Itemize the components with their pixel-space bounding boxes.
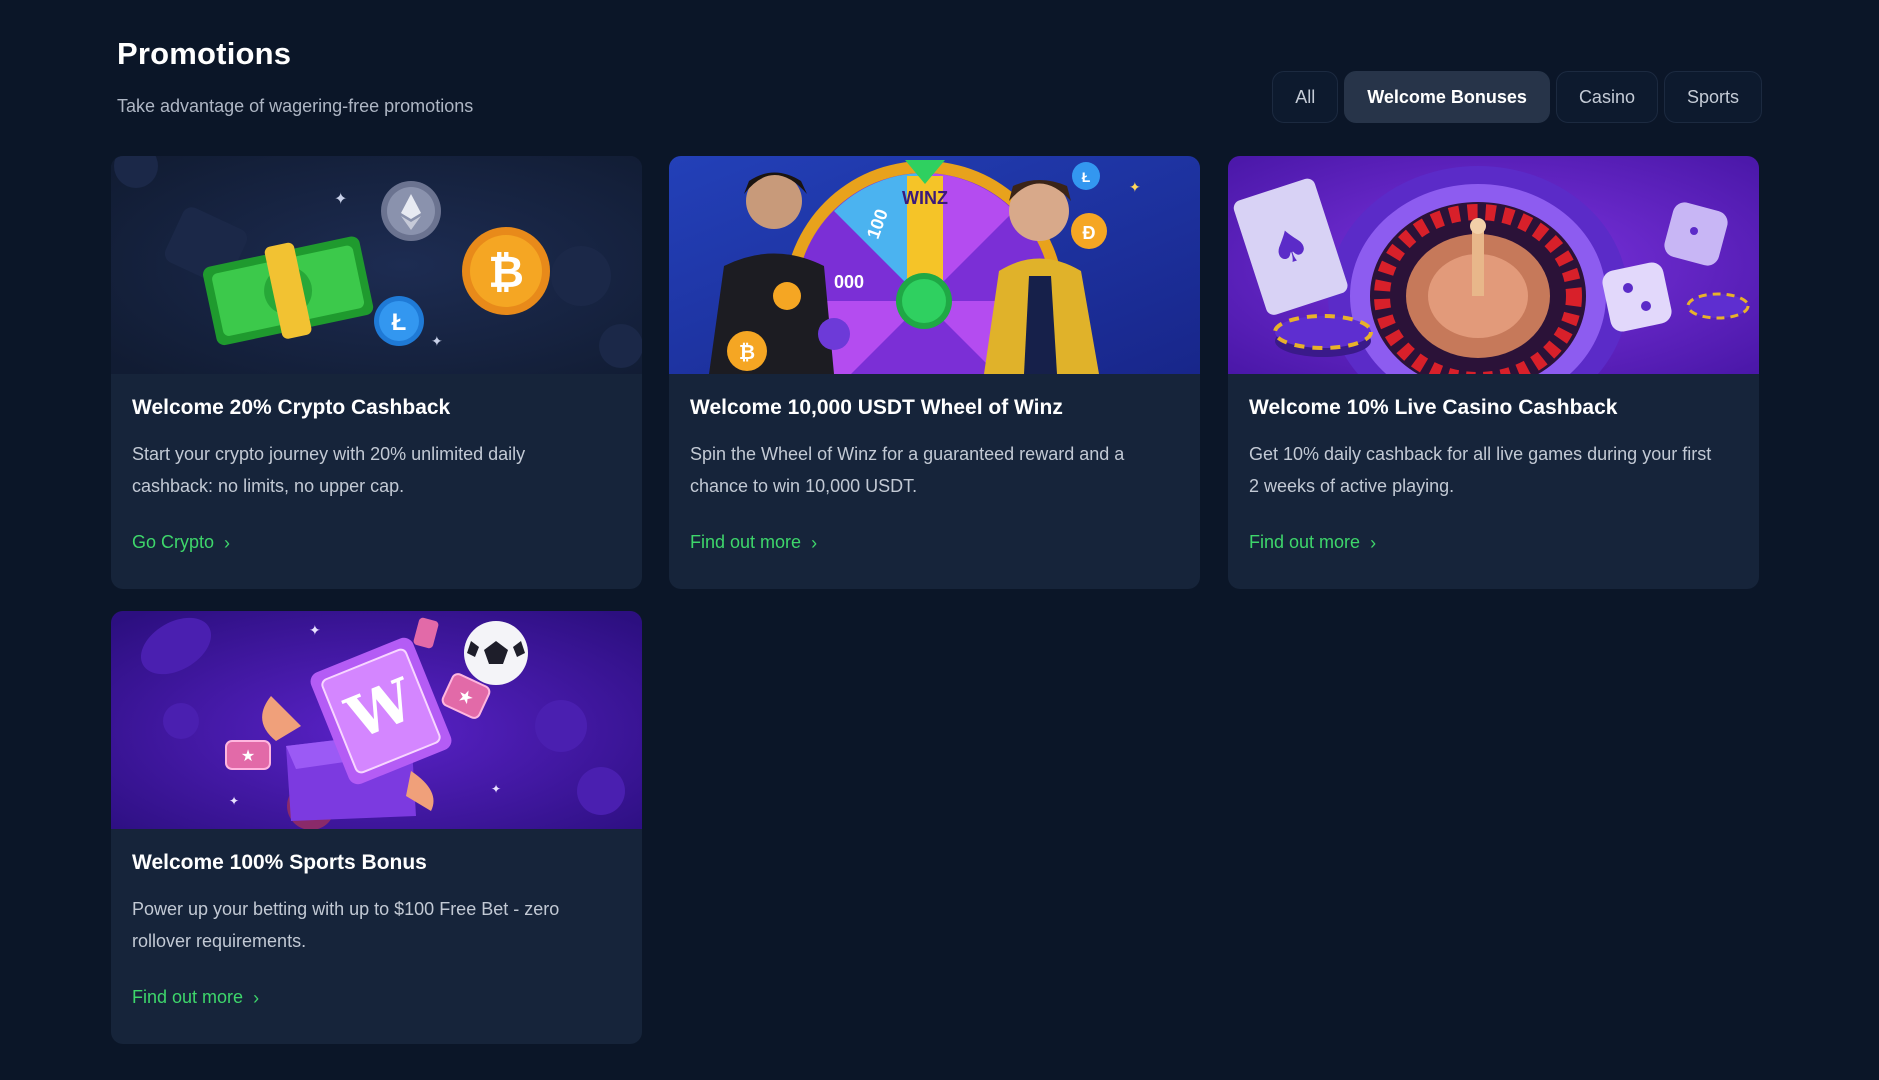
promo-description: Spin the Wheel of Winz for a guaranteed … [690,444,1125,496]
svg-text:₿: ₿ [488,248,524,297]
svg-text:✦: ✦ [309,622,321,638]
svg-text:Ð: Ð [1083,223,1096,243]
category-filter-tabs: All Welcome Bonuses Casino Sports [1272,71,1762,123]
svg-text:₿: ₿ [739,342,755,364]
tab-all[interactable]: All [1272,71,1339,123]
link-label: Go Crypto [132,532,215,552]
chevron-right-icon: › [1370,532,1377,553]
svg-text:✦: ✦ [1129,179,1141,195]
page-subtitle: Take advantage of wagering-free promotio… [117,96,474,116]
chevron-right-icon: › [253,987,260,1008]
promotions-page: Promotions Take advantage of wagering-fr… [0,0,1879,1080]
promo-title: Welcome 10,000 USDT Wheel of Winz [690,396,1063,419]
svg-text:✦: ✦ [431,333,443,349]
svg-text:★: ★ [241,748,255,765]
tab-welcome-bonuses[interactable]: Welcome Bonuses [1344,71,1550,123]
sports-bonus-banner: W ★ ★ ✦ ✦ ✦ [111,611,642,829]
chevron-right-icon: › [811,532,818,553]
find-out-more-link[interactable]: Find out more › [1249,532,1376,553]
find-out-more-link[interactable]: Find out more › [132,987,259,1008]
svg-text:✦: ✦ [229,794,239,808]
link-label: Find out more [690,532,802,552]
promo-description: Power up your betting with up to $100 Fr… [132,899,560,951]
crypto-cashback-illustration: ₿ Ł ✦ ✦ [111,156,642,374]
promo-description: Get 10% daily cashback for all live game… [1249,444,1712,496]
link-label: Find out more [1249,532,1361,552]
promo-title: Welcome 20% Crypto Cashback [132,396,451,419]
promo-card-wheel-of-winz[interactable]: WINZ 100 000 Ð Ł ₿ ✦ Welcome 10,000 USDT… [669,156,1200,589]
wheel-segment-label: 000 [834,272,864,292]
page-title: Promotions [117,36,292,71]
svg-text:✦: ✦ [334,191,347,208]
svg-text:✦: ✦ [491,782,501,796]
live-casino-banner: ♠ [1228,156,1759,374]
tab-sports[interactable]: Sports [1663,71,1762,123]
live-casino-illustration: ♠ [1228,156,1759,374]
link-label: Find out more [132,987,244,1007]
crypto-cashback-banner: ₿ Ł ✦ ✦ [111,156,642,374]
wheel-of-winz-illustration: WINZ 100 000 Ð Ł ₿ ✦ [669,156,1200,374]
go-crypto-link[interactable]: Go Crypto › [132,532,230,553]
wheel-winz-label: WINZ [902,188,948,208]
promo-title: Welcome 10% Live Casino Cashback [1249,396,1618,419]
tab-casino[interactable]: Casino [1555,71,1658,123]
promo-description: Start your crypto journey with 20% unlim… [132,444,526,496]
promo-card-live-casino-cashback[interactable]: ♠ Welcome 10% Live Casino Cashback Get 1… [1228,156,1759,589]
promo-title: Welcome 100% Sports Bonus [132,851,427,874]
wheel-of-winz-banner: WINZ 100 000 Ð Ł ₿ ✦ [669,156,1200,374]
promo-card-crypto-cashback[interactable]: ₿ Ł ✦ ✦ Welcome 20% Crypto Cashback Star… [111,156,642,589]
find-out-more-link[interactable]: Find out more › [690,532,817,553]
svg-text:Ł: Ł [392,309,407,336]
sports-bonus-illustration: W ★ ★ ✦ ✦ ✦ [111,611,642,829]
promo-card-sports-bonus[interactable]: W ★ ★ ✦ ✦ ✦ Welcome 100% Sports Bonus Po… [111,611,642,1044]
chevron-right-icon: › [224,532,231,553]
svg-text:Ł: Ł [1082,169,1091,185]
